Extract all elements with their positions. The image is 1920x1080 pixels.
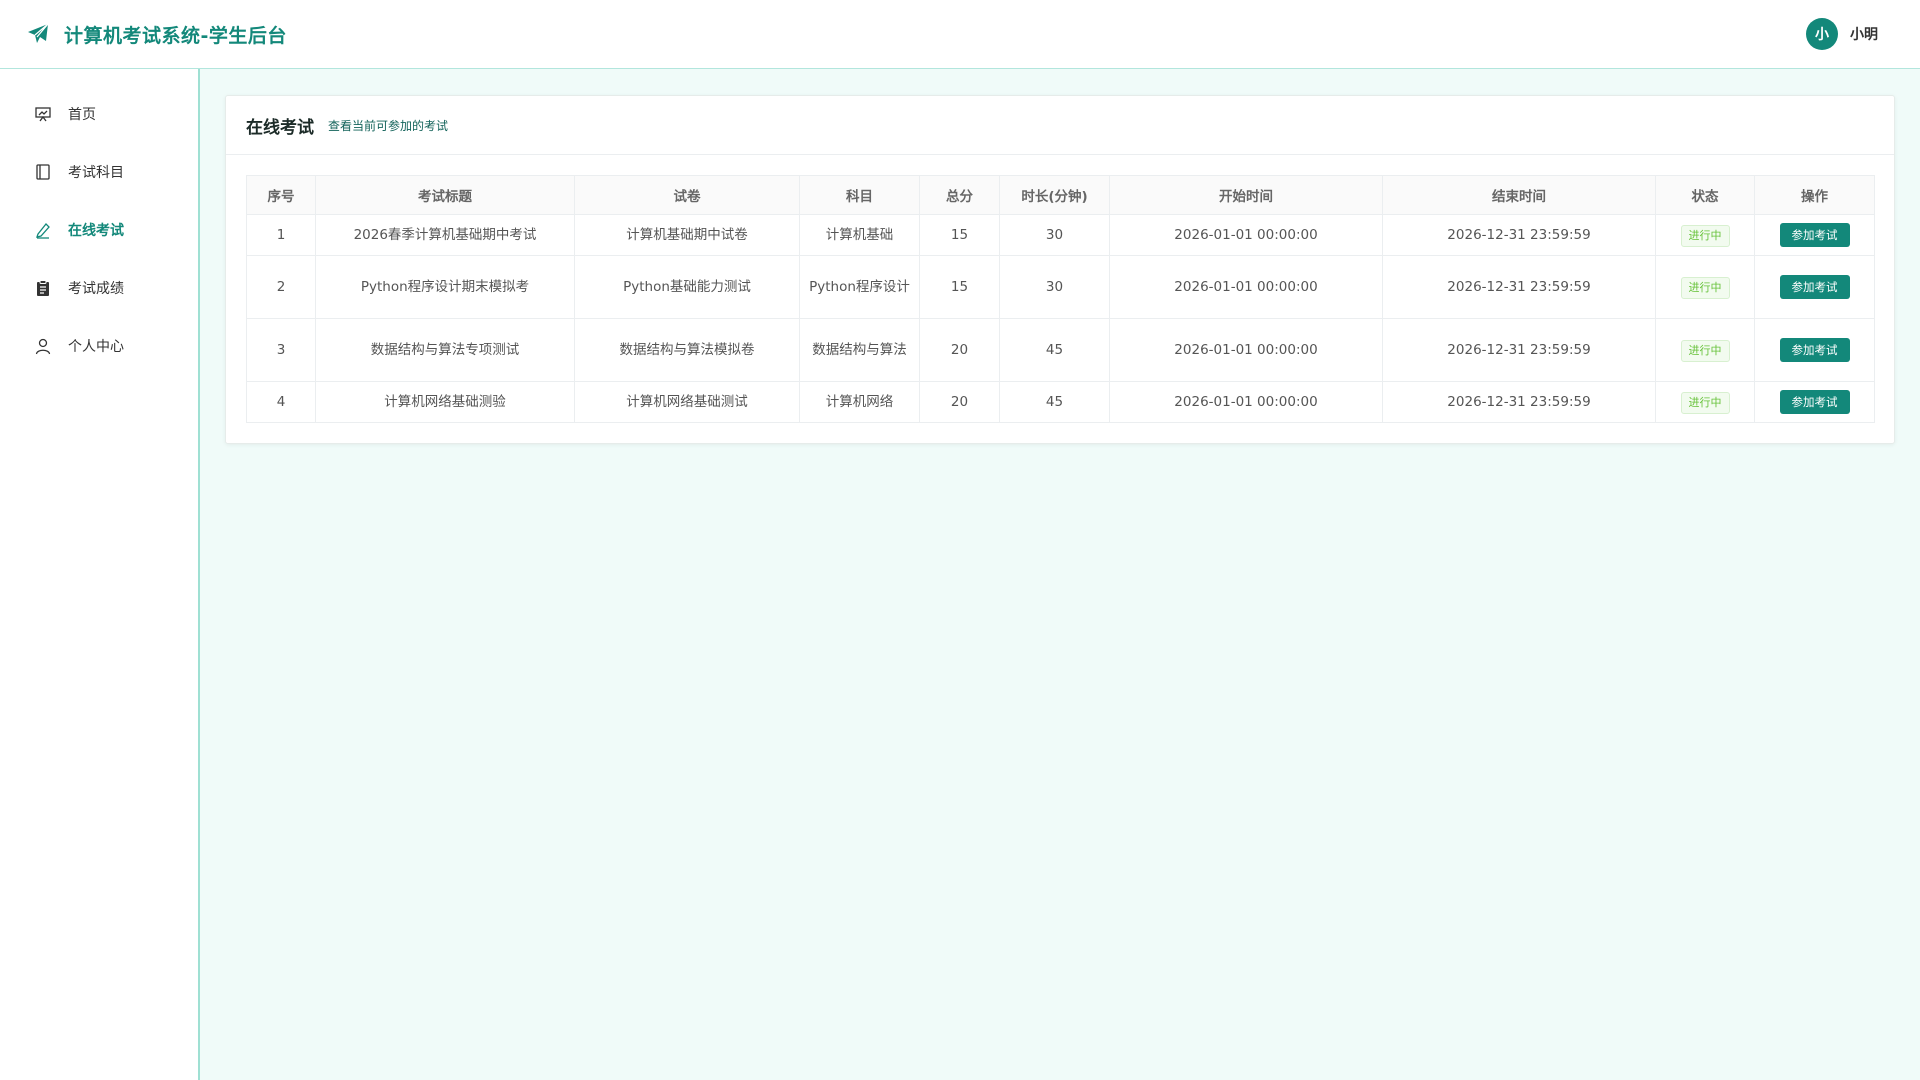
sidebar-item-label: 首页 (68, 107, 96, 123)
book-icon (36, 164, 50, 180)
cell-title: Python程序设计期末模拟考 (315, 255, 575, 319)
cell-title: 2026春季计算机基础期中考试 (315, 214, 575, 256)
pen-icon (36, 223, 50, 239)
sidebar-item-label: 个人中心 (68, 339, 124, 355)
status-badge: 进行中 (1680, 276, 1730, 299)
dashboard-icon (35, 107, 51, 122)
sidebar-item-home[interactable]: 首页 (0, 85, 198, 143)
card-header: 在线考试 查看当前可参加的考试 (226, 96, 1894, 155)
cell-score: 20 (919, 381, 1000, 423)
cell-duration: 30 (999, 255, 1110, 319)
join-exam-button[interactable]: 参加考试 (1779, 338, 1850, 362)
column-header: 操作 (1754, 175, 1875, 215)
cell-duration: 30 (999, 214, 1110, 256)
cell-status: 进行中 (1655, 214, 1755, 256)
sidebar-item-subjects[interactable]: 考试科目 (0, 143, 198, 201)
column-header: 结束时间 (1382, 175, 1656, 215)
cell-start: 2026-01-01 00:00:00 (1109, 381, 1383, 423)
status-badge: 进行中 (1680, 391, 1730, 414)
cell-duration: 45 (999, 381, 1110, 423)
cell-end: 2026-12-31 23:59:59 (1382, 255, 1656, 319)
cell-subject: 计算机基础 (799, 214, 920, 256)
sidebar: 首页 考试科目 在线考试 考试成绩 个人中心 (0, 69, 200, 1080)
join-exam-button[interactable]: 参加考试 (1779, 275, 1850, 299)
username[interactable]: 小明 (1850, 24, 1878, 44)
sidebar-item-online-exam[interactable]: 在线考试 (0, 201, 198, 259)
cell-subject: Python程序设计 (799, 255, 920, 319)
exam-table: 序号 考试标题 试卷 科目 总分 时长(分钟) 开始时间 结束时间 状态 操作 (246, 175, 1875, 423)
cell-action: 参加考试 (1754, 381, 1875, 423)
cell-no: 3 (246, 318, 316, 382)
sidebar-item-label: 在线考试 (68, 223, 124, 239)
cell-paper: Python基础能力测试 (574, 255, 800, 319)
table-row: 1 2026春季计算机基础期中考试 计算机基础期中试卷 计算机基础 15 30 … (246, 214, 1875, 256)
column-header: 开始时间 (1109, 175, 1383, 215)
cell-title: 计算机网络基础测验 (315, 381, 575, 423)
cell-action: 参加考试 (1754, 318, 1875, 382)
cell-subject: 计算机网络 (799, 381, 920, 423)
page-subtitle: 查看当前可参加的考试 (328, 118, 449, 133)
cell-status: 进行中 (1655, 255, 1755, 319)
cell-score: 20 (919, 318, 1000, 382)
column-header: 试卷 (574, 175, 800, 215)
cell-action: 参加考试 (1754, 255, 1875, 319)
column-header: 状态 (1655, 175, 1755, 215)
cell-no: 1 (246, 214, 316, 256)
table-header-row: 序号 考试标题 试卷 科目 总分 时长(分钟) 开始时间 结束时间 状态 操作 (246, 175, 1875, 215)
cell-title: 数据结构与算法专项测试 (315, 318, 575, 382)
cell-start: 2026-01-01 00:00:00 (1109, 318, 1383, 382)
brand: 计算机考试系统-学生后台 (26, 21, 287, 48)
cell-duration: 45 (999, 318, 1110, 382)
cell-subject: 数据结构与算法 (799, 318, 920, 382)
table-row: 3 数据结构与算法专项测试 数据结构与算法模拟卷 数据结构与算法 20 45 2… (246, 318, 1875, 382)
sidebar-item-profile[interactable]: 个人中心 (0, 317, 198, 375)
page-title: 在线考试 (246, 117, 314, 138)
cell-status: 进行中 (1655, 381, 1755, 423)
clipboard-icon (37, 280, 49, 296)
app-title: 计算机考试系统-学生后台 (64, 24, 287, 47)
cell-end: 2026-12-31 23:59:59 (1382, 318, 1656, 382)
main-content: 在线考试 查看当前可参加的考试 序号 考试标题 试卷 科目 总分 时长(分钟) … (225, 95, 1895, 444)
cell-end: 2026-12-31 23:59:59 (1382, 214, 1656, 256)
column-header: 科目 (799, 175, 920, 215)
column-header: 总分 (919, 175, 1000, 215)
cell-no: 2 (246, 255, 316, 319)
cell-paper: 计算机基础期中试卷 (574, 214, 800, 256)
status-badge: 进行中 (1680, 339, 1730, 362)
cell-paper: 计算机网络基础测试 (574, 381, 800, 423)
table-row: 4 计算机网络基础测验 计算机网络基础测试 计算机网络 20 45 2026-0… (246, 381, 1875, 423)
join-exam-button[interactable]: 参加考试 (1779, 223, 1850, 247)
sidebar-item-scores[interactable]: 考试成绩 (0, 259, 198, 317)
cell-score: 15 (919, 214, 1000, 256)
cell-action: 参加考试 (1754, 214, 1875, 256)
user-menu[interactable]: 小 小明 (1806, 18, 1894, 50)
sidebar-item-label: 考试成绩 (68, 281, 124, 297)
cell-start: 2026-01-01 00:00:00 (1109, 255, 1383, 319)
cell-score: 15 (919, 255, 1000, 319)
sidebar-item-label: 考试科目 (68, 165, 124, 181)
paper-plane-icon (28, 23, 49, 43)
cell-status: 进行中 (1655, 318, 1755, 382)
column-header: 序号 (246, 175, 316, 215)
card-body: 序号 考试标题 试卷 科目 总分 时长(分钟) 开始时间 结束时间 状态 操作 (226, 155, 1894, 443)
cell-no: 4 (246, 381, 316, 423)
column-header: 时长(分钟) (999, 175, 1110, 215)
cell-start: 2026-01-01 00:00:00 (1109, 214, 1383, 256)
exam-card: 在线考试 查看当前可参加的考试 序号 考试标题 试卷 科目 总分 时长(分钟) … (225, 95, 1895, 444)
top-header: 计算机考试系统-学生后台 小 小明 (0, 0, 1920, 69)
cell-paper: 数据结构与算法模拟卷 (574, 318, 800, 382)
status-badge: 进行中 (1680, 224, 1730, 247)
join-exam-button[interactable]: 参加考试 (1779, 390, 1850, 414)
cell-end: 2026-12-31 23:59:59 (1382, 381, 1656, 423)
table-row: 2 Python程序设计期末模拟考 Python基础能力测试 Python程序设… (246, 255, 1875, 319)
column-header: 考试标题 (315, 175, 575, 215)
user-icon (35, 338, 51, 355)
avatar[interactable]: 小 (1806, 18, 1838, 50)
